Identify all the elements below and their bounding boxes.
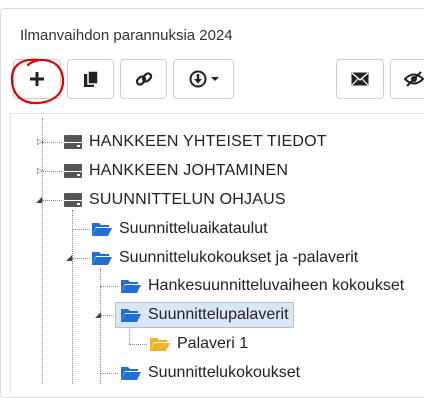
visibility-button[interactable] (390, 59, 424, 99)
tree-item-label: SUUNNITTELUN OHJAUS (89, 191, 286, 208)
tree-item-selected[interactable]: Suunnittelupalaverit (115, 302, 294, 328)
tree-item[interactable]: HANKKEEN JOHTAMINEN (63, 158, 288, 184)
caret-down-icon (210, 76, 219, 82)
copy-button[interactable] (67, 59, 114, 99)
link-button[interactable] (120, 59, 167, 99)
tree-item[interactable]: Hankesuunnitteluvaiheen kokoukset (120, 273, 404, 299)
folder-open-icon (149, 336, 171, 352)
download-icon (189, 70, 207, 88)
folder-open-icon (120, 365, 142, 381)
mail-button[interactable] (336, 59, 384, 99)
tree-item-label: HANKKEEN JOHTAMINEN (89, 162, 289, 179)
tree-item-label: Hankesuunnitteluvaiheen kokoukset (148, 277, 405, 294)
expanded-arrow-icon[interactable]: ◢ (36, 196, 42, 204)
add-button[interactable] (13, 59, 61, 99)
expanded-arrow-icon[interactable]: ◢ (66, 254, 72, 262)
folder-open-icon (120, 307, 142, 323)
tree-item-label: Suunnittelupalaverit (148, 306, 289, 323)
folder-open-icon (120, 278, 142, 294)
download-dropdown-button[interactable] (173, 59, 234, 99)
expanded-arrow-icon[interactable]: ◢ (95, 311, 101, 319)
tree-item[interactable]: SUUNNITTELUN OHJAUS (63, 187, 286, 213)
tree-item-label: HANKKEEN YHTEISET TIEDOT (89, 133, 327, 150)
folder-open-icon (91, 250, 113, 266)
tree-item-label: Suunnittelukokoukset (148, 364, 301, 381)
drive-icon (63, 163, 83, 179)
toolbar (0, 0, 424, 110)
collapsed-arrow-icon[interactable]: ▷ (37, 167, 43, 175)
envelope-icon (351, 72, 369, 86)
plus-icon (29, 71, 45, 87)
tree-item[interactable]: Suunnitteluaikataulut (91, 216, 268, 242)
drive-icon (63, 134, 83, 150)
copy-icon (83, 70, 99, 88)
tree-item[interactable]: HANKKEEN YHTEISET TIEDOT (63, 129, 327, 155)
drive-icon (63, 192, 83, 208)
tree-item[interactable]: Palaveri 1 (149, 331, 248, 357)
tree-item-label: Palaveri 1 (177, 335, 249, 352)
tree-item-label: Suunnitteluaikataulut (119, 220, 268, 237)
tree-item[interactable]: Suunnittelukokoukset (120, 360, 300, 386)
tree-item[interactable]: Suunnittelukokoukset ja -palaverit (91, 245, 358, 271)
folder-open-icon (91, 221, 113, 237)
link-icon (135, 70, 153, 88)
tree-item-label: Suunnittelukokoukset ja -palaverit (119, 249, 359, 266)
collapsed-arrow-icon[interactable]: ▷ (37, 138, 43, 146)
eye-slash-icon (404, 71, 424, 87)
